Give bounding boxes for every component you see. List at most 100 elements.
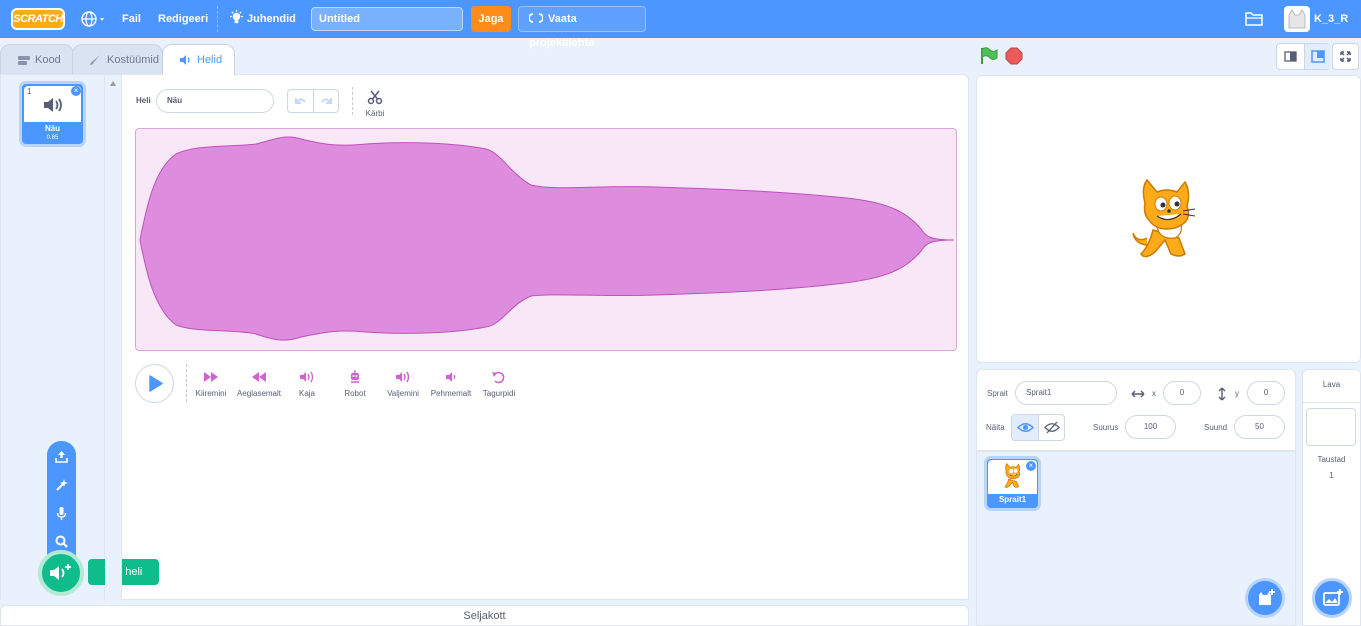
username: K_3_R: [1314, 13, 1349, 25]
eye-closed-icon: [1044, 421, 1060, 434]
backdrops-label: Taustad: [1317, 455, 1346, 464]
language-menu[interactable]: [81, 0, 111, 38]
tab-costumes[interactable]: Kostüümid: [72, 44, 163, 74]
cat-avatar-icon: [1288, 9, 1306, 29]
size-input[interactable]: 100: [1125, 415, 1176, 439]
effect-softer-button[interactable]: Pehmemalt: [426, 370, 476, 398]
delete-sound-button[interactable]: ×: [71, 86, 81, 96]
visibility-toggle: [1011, 414, 1065, 441]
sound-editor-panel: 1 × Näu 0.85 Vali heli Heli Näu Kärbi Ki…: [0, 74, 969, 601]
y-arrows-icon: [1218, 387, 1226, 401]
reverse-icon: [492, 371, 505, 384]
scratch-logo[interactable]: SCRATCH: [11, 8, 65, 30]
microphone-icon[interactable]: [54, 506, 69, 521]
effect-robot-label: Robot: [344, 389, 366, 398]
file-menu[interactable]: Fail: [122, 0, 141, 38]
y-input[interactable]: 0: [1247, 381, 1285, 405]
delete-sprite-button[interactable]: ×: [1026, 461, 1036, 471]
tab-code[interactable]: Kood: [0, 44, 74, 74]
sprite-name-input[interactable]: Sprait1: [1015, 381, 1117, 405]
stage-title: Lava: [1322, 380, 1341, 389]
show-label: Näita: [986, 423, 1005, 432]
add-sprite-icon: [1259, 589, 1275, 605]
speaker-icon: [44, 98, 62, 112]
show-sprite-button[interactable]: [1012, 415, 1039, 440]
stop-icon: [1005, 47, 1023, 65]
x-input[interactable]: 0: [1163, 381, 1201, 405]
tab-code-label: Kood: [35, 54, 61, 66]
redo-button[interactable]: [314, 90, 339, 112]
trim-button[interactable]: Kärbi: [365, 89, 385, 118]
cat-sprite-icon: [1004, 463, 1021, 488]
undo-button[interactable]: [288, 90, 313, 112]
folder-icon: [1245, 12, 1263, 26]
effect-softer-label: Pehmemalt: [430, 389, 472, 398]
large-stage-button[interactable]: [1304, 44, 1330, 69]
sound-card[interactable]: 1 × Näu 0.85: [19, 81, 86, 147]
scroll-up-icon[interactable]: [110, 81, 116, 86]
sprite-card[interactable]: × Sprait1: [984, 456, 1041, 511]
see-project-page-button[interactable]: Vaata projektilehte: [518, 6, 646, 49]
sprite-card-name: Sprait1: [998, 495, 1027, 504]
effect-louder-button[interactable]: Valjemini: [378, 370, 428, 398]
tutorials-button[interactable]: Juhendid: [229, 0, 296, 38]
upload-icon[interactable]: [54, 449, 69, 464]
search-icon[interactable]: [54, 534, 69, 549]
speaker-icon: [180, 55, 190, 65]
sound-name-input[interactable]: Näu: [156, 89, 274, 113]
sound-name-label: Heli: [136, 96, 151, 105]
effect-echo-label: Kaja: [298, 389, 315, 398]
sound-list-scrollbar[interactable]: [105, 75, 122, 601]
hide-sprite-button[interactable]: [1039, 415, 1065, 440]
softer-icon: [446, 372, 456, 382]
stage-canvas[interactable]: [976, 75, 1361, 363]
tab-sounds-label: Helid: [197, 54, 223, 66]
avatar[interactable]: [1284, 6, 1310, 32]
effect-echo-button[interactable]: Kaja: [282, 370, 332, 398]
share-button[interactable]: Jaga: [471, 6, 511, 32]
add-sound-icon: [50, 564, 71, 580]
effect-faster-button[interactable]: Kiiremini: [186, 370, 236, 398]
my-stuff-button[interactable]: [1244, 10, 1264, 31]
stage-size-toggle: [1276, 43, 1330, 70]
choose-backdrop-button[interactable]: [1312, 578, 1352, 618]
menu-bar: SCRATCH Fail Redigeeri Juhendid Untitled…: [0, 0, 1361, 59]
small-stage-icon: [1284, 51, 1297, 62]
echo-icon: [300, 371, 314, 383]
play-button[interactable]: [135, 364, 174, 403]
scissors-icon: [367, 90, 383, 105]
large-stage-icon: [1311, 50, 1325, 63]
fullscreen-button[interactable]: [1332, 43, 1359, 70]
play-icon: [149, 375, 163, 392]
redo-icon: [321, 98, 332, 104]
stop-button[interactable]: [1005, 47, 1023, 65]
effect-robot-button[interactable]: Robot: [330, 370, 380, 398]
direction-label: Suund: [1204, 423, 1228, 432]
tutorials-label: Juhendid: [247, 13, 296, 25]
green-flag-button[interactable]: [979, 46, 999, 66]
paintbrush-icon: [90, 55, 100, 65]
stage-thumbnail[interactable]: [1306, 408, 1356, 446]
effect-reverse-button[interactable]: Tagurpidi: [474, 370, 524, 398]
small-stage-button[interactable]: [1277, 44, 1304, 69]
tab-sounds[interactable]: Helid: [162, 44, 235, 75]
choose-sprite-button[interactable]: [1245, 578, 1285, 618]
edit-menu[interactable]: Redigeeri: [158, 0, 208, 38]
fullscreen-icon: [1340, 51, 1351, 62]
effect-slower-button[interactable]: Aeglasemalt: [234, 370, 284, 398]
waveform-display[interactable]: [135, 128, 957, 351]
x-label: x: [1152, 389, 1156, 398]
backpack-header[interactable]: Seljakott: [0, 605, 969, 626]
sprite-label: Sprait: [987, 389, 1008, 398]
direction-input[interactable]: 50: [1234, 415, 1285, 439]
louder-icon: [396, 371, 410, 383]
surprise-icon[interactable]: [54, 478, 69, 493]
trim-label: Kärbi: [365, 109, 385, 118]
robot-icon: [351, 370, 359, 383]
undo-icon: [295, 98, 306, 104]
choose-sound-button[interactable]: [38, 550, 84, 596]
project-title-input[interactable]: Untitled: [311, 7, 463, 31]
effect-reverse-label: Tagurpidi: [482, 389, 516, 398]
effect-faster-label: Kiiremini: [195, 389, 227, 398]
backdrops-count: 1: [1329, 471, 1334, 480]
